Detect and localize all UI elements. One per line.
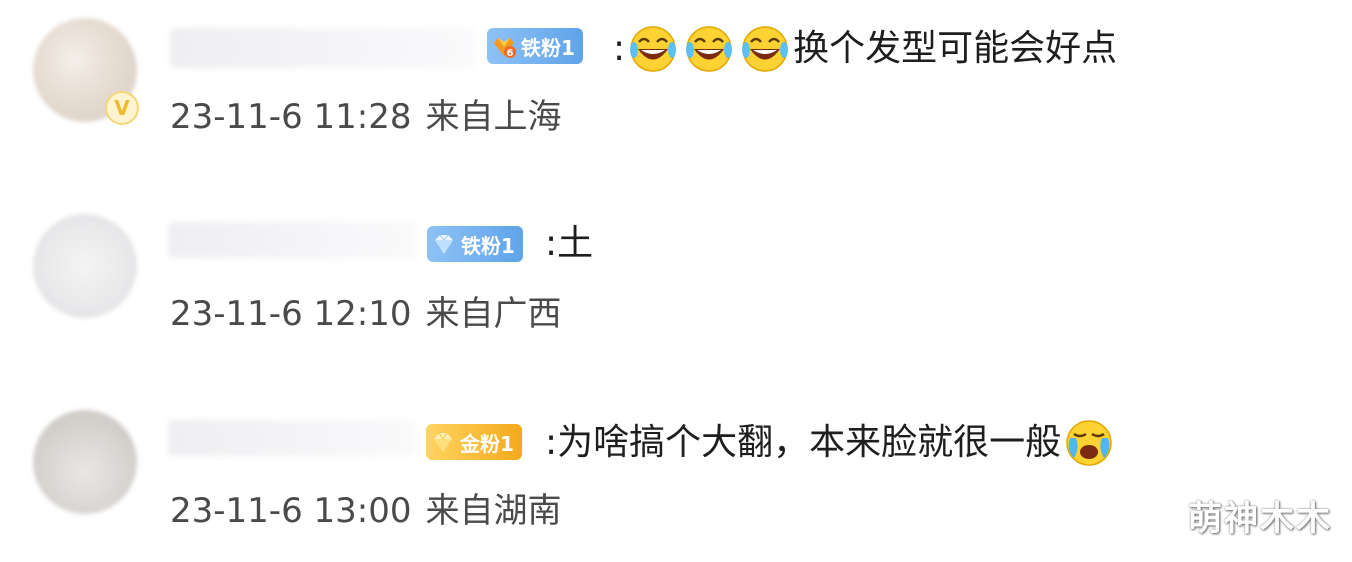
comment-location: 来自广西 (425, 294, 562, 334)
comment-body: 土 (557, 223, 594, 264)
comment-location: 来自湖南 (425, 491, 562, 531)
sobbing-emoji-icon (1066, 420, 1112, 466)
fan-badge[interactable]: 金粉1 (426, 424, 522, 460)
comment-prefix: : (545, 422, 558, 463)
comment-meta: 23-11-6 12:10 来自广西 (170, 294, 562, 334)
avatar[interactable] (33, 410, 137, 514)
comment-meta: 23-11-6 13:00 来自湖南 (170, 491, 562, 531)
comment-time: 23-11-6 13:00 (170, 491, 412, 531)
diamond-gem-icon (435, 234, 453, 254)
avatar[interactable] (33, 214, 137, 318)
comment-item-3: 金粉1 : 为啥搞个大翻，本来脸就很一般 23-11-6 13:00 来自湖南 (0, 0, 1352, 531)
comment-text: : 土 (545, 222, 593, 266)
comment-text: : 为啥搞个大翻，本来脸就很一般 (545, 418, 1117, 468)
comment-body: 为啥搞个大翻，本来脸就很一般 (557, 422, 1062, 463)
username[interactable] (168, 222, 416, 258)
comment-prefix: : (545, 223, 558, 264)
comment-time: 23-11-6 12:10 (170, 294, 412, 334)
username[interactable] (168, 420, 416, 456)
badge-label: 金粉1 (460, 431, 514, 456)
watermark: 萌神木木 (1188, 499, 1332, 539)
badge-label: 铁粉1 (461, 233, 515, 258)
fan-badge[interactable]: 铁粉1 (427, 226, 523, 262)
gold-gem-icon (434, 432, 452, 452)
